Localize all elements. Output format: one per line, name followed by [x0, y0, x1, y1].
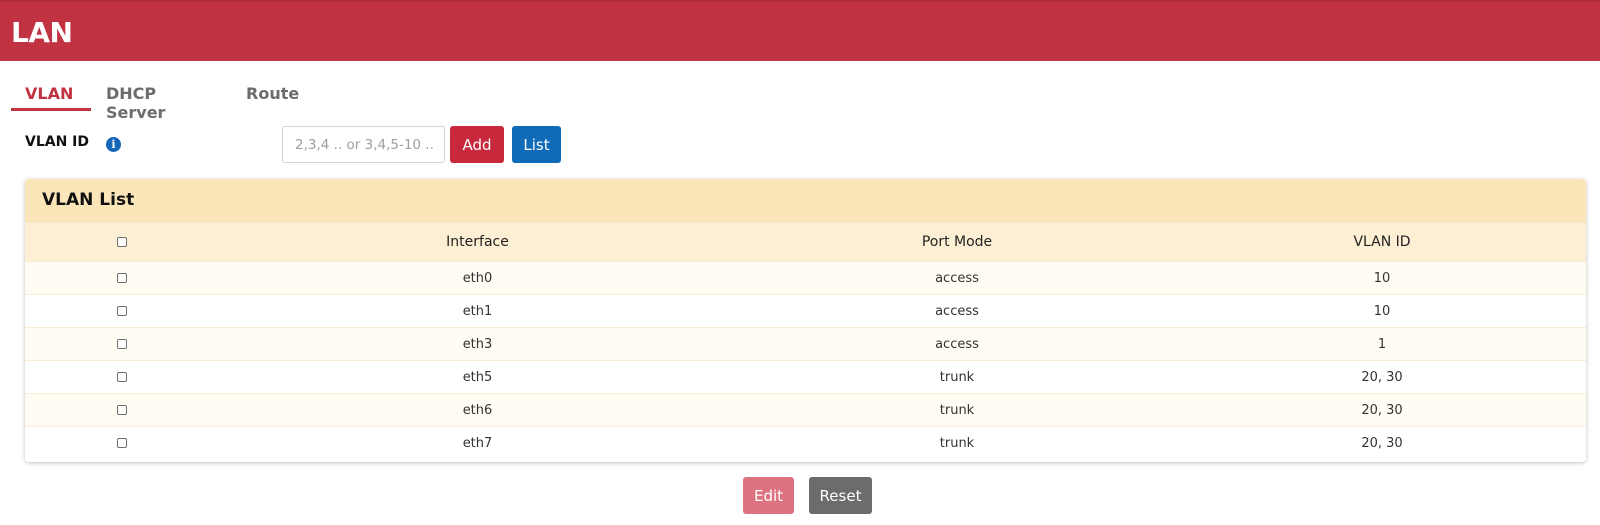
- vlan-table: Interface Port Mode VLAN ID eth0 access …: [25, 221, 1586, 460]
- add-button[interactable]: Add: [450, 126, 504, 163]
- row-select-cell: [25, 394, 219, 427]
- row-checkbox[interactable]: [117, 438, 127, 449]
- row-select-cell: [25, 361, 219, 394]
- row-checkbox[interactable]: [117, 306, 127, 316]
- row-select-cell: [25, 427, 219, 460]
- list-button[interactable]: List: [512, 126, 561, 163]
- port-mode-cell: trunk: [939, 435, 975, 451]
- table-row: eth6 trunk 20, 30: [25, 393, 1586, 427]
- active-tab-indicator: [11, 108, 91, 111]
- interface-cell: eth1: [462, 303, 493, 319]
- interface-cell: eth6: [462, 402, 493, 418]
- vlan-id-cell: 20, 30: [1361, 402, 1403, 418]
- port-mode-cell: trunk: [939, 369, 975, 385]
- vlan-id-cell: 10: [1373, 270, 1391, 286]
- table-row: eth5 trunk 20, 30: [25, 360, 1586, 394]
- vlan-id-input[interactable]: [282, 126, 445, 163]
- table-row: eth3 access 1: [25, 327, 1586, 361]
- row-checkbox[interactable]: [117, 372, 127, 382]
- column-header-vlan-id: VLAN ID: [1178, 221, 1586, 262]
- interface-cell: eth3: [462, 336, 493, 352]
- row-checkbox[interactable]: [117, 339, 127, 349]
- vlan-id-cell: 1: [1377, 336, 1387, 352]
- interface-cell: eth0: [462, 270, 493, 286]
- column-header-interface: Interface: [219, 221, 736, 262]
- column-header-port-mode: Port Mode: [736, 221, 1178, 262]
- interface-cell: eth5: [462, 369, 493, 385]
- tab-route[interactable]: Route: [246, 84, 299, 112]
- table-row: eth7 trunk 20, 30: [25, 426, 1586, 460]
- select-all-cell: [25, 221, 219, 262]
- row-select-cell: [25, 295, 219, 328]
- info-icon[interactable]: i: [106, 137, 121, 152]
- select-all-checkbox[interactable]: [117, 236, 127, 247]
- page-title: LAN: [11, 16, 73, 49]
- table-row: eth1 access 10: [25, 294, 1586, 328]
- vlan-list-card: VLAN List Interface Port Mode VLAN ID et…: [25, 179, 1586, 462]
- port-mode-cell: access: [935, 303, 979, 319]
- row-checkbox[interactable]: [117, 405, 127, 415]
- row-select-cell: [25, 262, 219, 295]
- app-header: LAN: [0, 0, 1600, 61]
- vlan-id-cell: 20, 30: [1361, 369, 1403, 385]
- table-header-row: Interface Port Mode VLAN ID: [25, 221, 1586, 262]
- vlan-id-label: VLAN ID: [25, 134, 90, 150]
- reset-button[interactable]: Reset: [809, 477, 872, 514]
- vlan-id-cell: 20, 30: [1361, 435, 1403, 451]
- row-select-cell: [25, 328, 219, 361]
- row-checkbox[interactable]: [117, 273, 127, 283]
- tab-dhcp-server[interactable]: DHCP Server: [106, 84, 165, 122]
- port-mode-cell: access: [935, 270, 979, 286]
- edit-button[interactable]: Edit: [743, 477, 794, 514]
- vlan-list-title: VLAN List: [25, 179, 1586, 221]
- port-mode-cell: access: [935, 336, 979, 352]
- table-row: eth0 access 10: [25, 261, 1586, 295]
- port-mode-cell: trunk: [939, 402, 975, 418]
- interface-cell: eth7: [462, 435, 493, 451]
- vlan-id-cell: 10: [1373, 303, 1391, 319]
